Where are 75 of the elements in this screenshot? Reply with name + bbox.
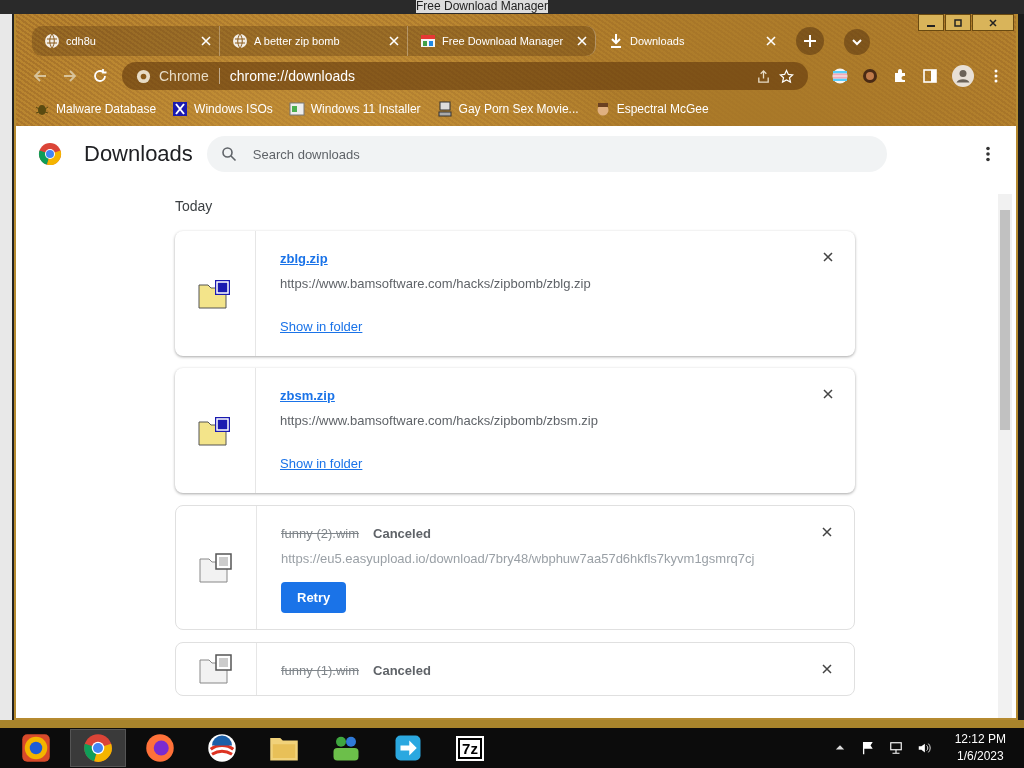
remove-icon[interactable] [823, 252, 833, 262]
remove-icon[interactable] [822, 527, 832, 537]
download-url: https://www.bamsoftware.com/hacks/zipbomb/zblg.zip [280, 276, 591, 291]
file-name-link[interactable]: zbsm.zip [280, 387, 335, 403]
network-icon[interactable] [888, 741, 903, 755]
tab-search-button[interactable] [844, 29, 870, 55]
extensions-icon[interactable] [892, 68, 908, 84]
section-heading: Today [175, 198, 214, 214]
browser-tab[interactable]: Downloads [596, 26, 784, 56]
remove-icon[interactable] [823, 389, 833, 399]
file-name: funny (2).wim [281, 525, 360, 541]
computer-icon [436, 101, 453, 117]
share-icon[interactable] [756, 68, 771, 84]
close-icon [988, 17, 998, 28]
file-name: funny (1).wim [281, 662, 360, 678]
retry-button[interactable]: Retry [281, 582, 347, 613]
download-status: Canceled [373, 525, 431, 541]
address-bar[interactable]: Chrome chrome://downloads [122, 62, 808, 90]
show-in-folder-link[interactable]: Show in folder [280, 456, 363, 471]
download-url: https://www.bamsoftware.com/hacks/zipbomb/zbsm.zip [280, 413, 598, 428]
zip-file-icon [198, 415, 232, 446]
background-window-title: Free Download Manager [415, 0, 549, 13]
bookmark[interactable]: Windows ISOs [172, 101, 273, 117]
close-icon[interactable] [199, 34, 213, 48]
close-button[interactable] [972, 14, 1014, 31]
flag-extension-icon[interactable] [832, 68, 848, 84]
minimize-button[interactable] [918, 14, 944, 31]
show-in-folder-link[interactable]: Show in folder [280, 319, 363, 334]
minimize-icon [927, 24, 935, 27]
x-logo-icon [172, 101, 189, 117]
globe-icon [232, 33, 248, 49]
installer-icon [288, 101, 305, 117]
star-icon[interactable] [779, 68, 794, 84]
file-icon [199, 552, 233, 583]
bookmark[interactable]: Espectral McGee [594, 101, 709, 117]
file-name-link[interactable]: zblg.zip [280, 250, 328, 266]
profile-icon[interactable] [952, 65, 974, 87]
chevron-down-icon [851, 36, 863, 48]
download-url: https://eu5.easyupload.io/download/7bry48/wbphuw7aa57d6hkfls7kyvm1gsmrq7cj [281, 551, 755, 566]
bookmark[interactable]: Gay Porn Sex Movie... [436, 101, 579, 117]
close-icon[interactable] [764, 34, 778, 48]
firefox-icon [145, 733, 175, 763]
browser-tab[interactable]: cdh8u [32, 26, 220, 56]
reload-icon[interactable] [92, 68, 108, 84]
close-icon[interactable] [575, 34, 589, 48]
search-field[interactable]: Search downloads [206, 136, 887, 172]
globe-icon [44, 33, 60, 49]
file-icon [199, 654, 233, 684]
page-title: Downloads [84, 141, 193, 167]
app-icon [420, 33, 436, 49]
download-icon [608, 33, 624, 49]
search-icon [220, 146, 237, 162]
remove-icon[interactable] [822, 664, 832, 674]
circle-logo-icon [207, 733, 237, 763]
more-options-icon[interactable] [986, 146, 990, 162]
side-panel-icon[interactable] [922, 68, 938, 84]
taskbar-button[interactable]: 7z [442, 729, 498, 767]
flag-icon[interactable] [860, 741, 875, 755]
browser-tab[interactable]: Free Download Manager [408, 26, 596, 56]
volume-icon[interactable] [916, 741, 931, 755]
maximize-button[interactable] [945, 14, 971, 31]
bookmark[interactable]: Windows 11 Installer [288, 101, 421, 117]
avatar-extension-icon[interactable] [862, 68, 878, 84]
close-icon[interactable] [387, 34, 401, 48]
plus-icon [803, 34, 817, 48]
bookmark[interactable]: Malware Database [34, 101, 157, 117]
clock[interactable]: 12:12 PM 1/6/2023 [954, 731, 1006, 765]
zip-file-icon [198, 278, 232, 309]
chrome-logo-icon [38, 142, 62, 166]
download-status: Canceled [373, 662, 431, 678]
browser-tab[interactable]: A better zip bomb [220, 26, 408, 56]
taskbar-button[interactable] [70, 729, 126, 767]
maximize-icon [953, 17, 963, 28]
scrollbar[interactable] [998, 194, 1012, 718]
new-tab-button[interactable] [796, 27, 824, 55]
